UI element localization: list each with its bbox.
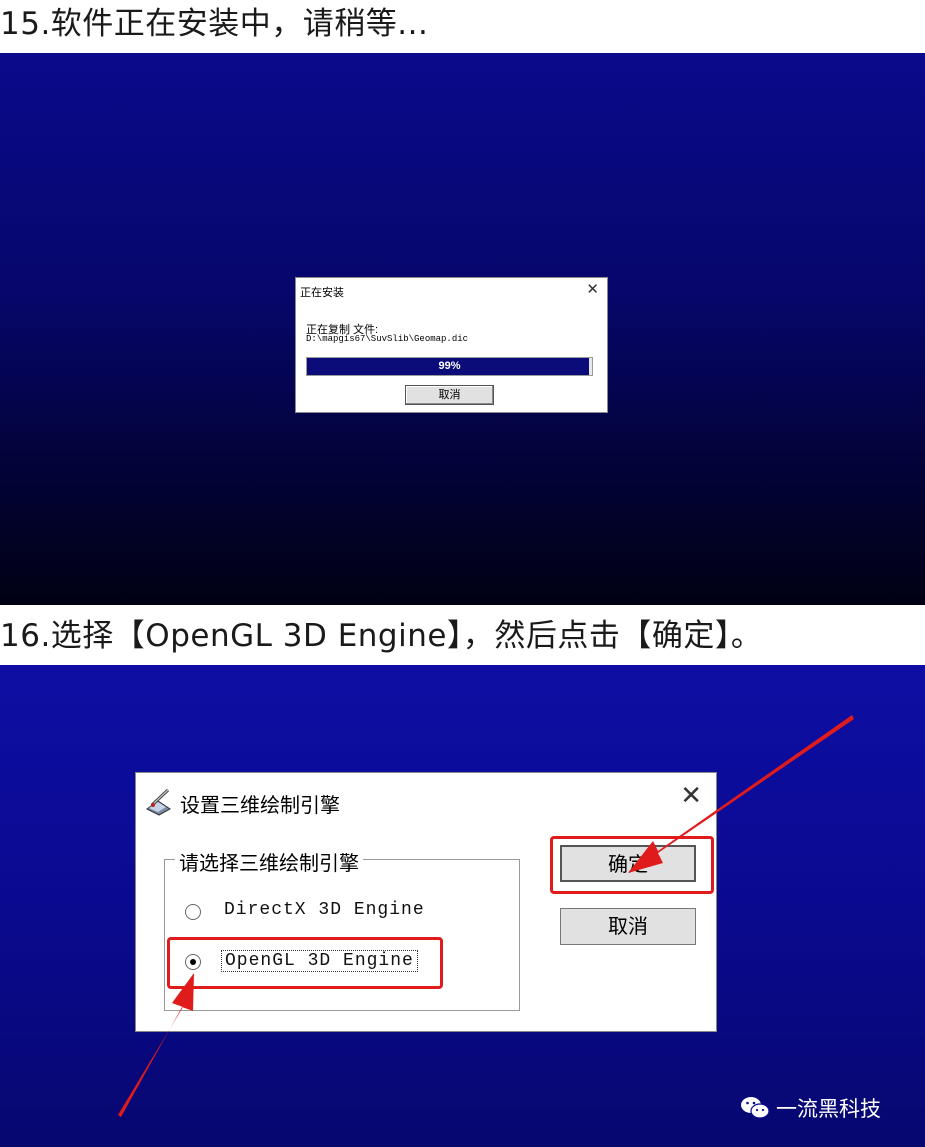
dialog-title: 正在安装: [300, 287, 344, 299]
watermark: 一流黑科技: [740, 1093, 881, 1123]
watermark-text: 一流黑科技: [776, 1097, 881, 1121]
copy-file-path: D:\mapgis67\SuvSlib\Geomap.dic: [306, 334, 469, 344]
cancel-button[interactable]: 取消: [405, 385, 494, 405]
installer-screenshot: 正在安装 ✕ 正在复制 文件: D:\mapgis67\SuvSlib\Geom…: [0, 53, 925, 605]
progress-bar: 99%: [306, 357, 593, 376]
step-16-heading: 16.选择【OpenGL 3D Engine】，然后点击【确定】。: [0, 618, 763, 654]
wechat-icon: [741, 1097, 770, 1119]
install-progress-dialog: 正在安装 ✕ 正在复制 文件: D:\mapgis67\SuvSlib\Geom…: [295, 277, 608, 413]
engine-select-screenshot: 设置三维绘制引擎 ✕ 请选择三维绘制引擎 DirectX 3D Engine O…: [0, 665, 925, 1147]
step-15-heading: 15.软件正在安装中，请稍等...: [0, 6, 429, 42]
arrow-to-opengl-icon: [118, 973, 194, 1117]
progress-label: 99%: [438, 360, 461, 372]
annotation-arrows: [118, 715, 854, 1117]
arrow-to-ok-icon: [628, 715, 854, 873]
close-icon[interactable]: ✕: [586, 280, 599, 298]
